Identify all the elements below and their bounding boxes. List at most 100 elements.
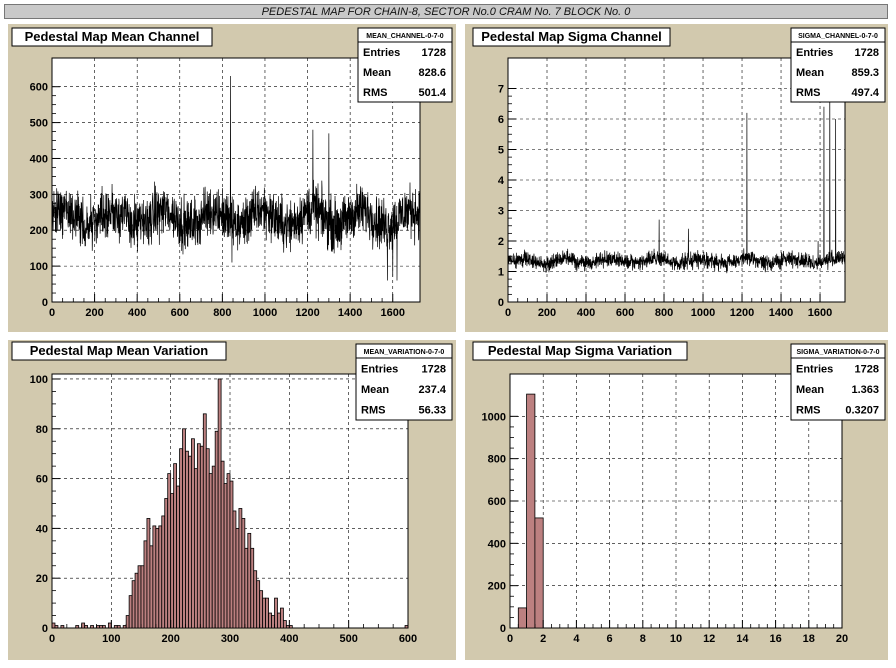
histogram-bar [140, 565, 145, 629]
stats-value-entries: 1728 [855, 363, 879, 375]
histogram-bar [143, 540, 148, 629]
histogram-bar [271, 615, 275, 629]
x-tick-label: 300 [221, 633, 239, 645]
histogram-bar [217, 378, 222, 629]
histogram-bar [158, 525, 163, 629]
histogram-bar [534, 517, 544, 629]
histogram-bar [176, 485, 180, 629]
x-tick-label: 18 [803, 633, 815, 645]
stats-value-rms: 497.4 [851, 87, 879, 99]
histogram-bar [146, 518, 151, 629]
stats-value-entries: 1728 [422, 363, 446, 375]
histogram-bar [102, 625, 106, 629]
x-tick-label: 1000 [691, 307, 715, 319]
y-tick-label: 80 [36, 424, 48, 436]
y-tick-label: 6 [498, 114, 504, 126]
x-tick-label: 16 [769, 633, 781, 645]
y-tick-label: 3 [498, 206, 504, 218]
stats-label-entries: Entries [363, 47, 400, 59]
chart-title: Pedestal Map Sigma Channel [481, 29, 662, 44]
x-tick-label: 800 [213, 307, 231, 319]
chart-title: Pedestal Map Mean Variation [30, 343, 209, 358]
x-tick-label: 200 [538, 307, 556, 319]
histogram-bar [238, 508, 243, 629]
x-tick-label: 1600 [808, 307, 832, 319]
histogram-bar [265, 597, 269, 629]
x-tick-label: 800 [655, 307, 673, 319]
y-tick-label: 4 [498, 175, 505, 187]
y-tick-label: 200 [30, 225, 48, 237]
histogram-bar [191, 438, 195, 629]
histogram-bar [268, 612, 272, 629]
x-tick-label: 2 [540, 633, 546, 645]
stats-box: MEAN_VARIATION-0-7-0 Entries 1728 Mean 237.4… [355, 343, 453, 421]
histogram-bar [185, 450, 189, 629]
histogram-bar [214, 430, 219, 629]
y-tick-label: 20 [36, 573, 48, 585]
histogram-bar [179, 448, 183, 629]
pad-mean-variation: 0 100 200 300 400 500 600 0 20 40 60 80 100 Pedestal … [8, 340, 456, 660]
histogram-bar [149, 545, 154, 629]
histogram-bar [164, 498, 169, 629]
histogram-bar [161, 515, 166, 629]
y-tick-label: 400 [30, 153, 48, 165]
histogram-bar [152, 525, 157, 629]
x-tick-label: 400 [280, 633, 298, 645]
y-tick-label: 2 [498, 236, 504, 248]
histogram-bar [182, 428, 186, 629]
stats-box: SIGMA_VARIATION-0-7-0 Entries 1728 Mean 1.36… [790, 343, 886, 421]
histogram-bar [244, 547, 249, 629]
y-tick-label: 600 [30, 82, 48, 94]
y-tick-label: 100 [30, 374, 48, 386]
x-tick-label: 8 [640, 633, 646, 645]
histogram-bar [226, 473, 231, 629]
y-tick-label: 800 [488, 454, 506, 466]
x-tick-label: 1000 [253, 307, 277, 319]
stats-label-entries: Entries [361, 363, 398, 375]
pad-sigma-variation: 0 2 4 6 8 10 12 14 16 18 20 0 200 400 600 800 1000 Pedest… [465, 340, 888, 660]
x-tick-label: 0 [507, 633, 513, 645]
stats-name: SIGMA_VARIATION-0-7-0 [797, 349, 880, 356]
y-tick-label: 60 [36, 474, 48, 486]
stats-value-mean: 1.363 [851, 384, 879, 396]
histogram-bar [60, 625, 65, 629]
chart-mean-channel: 0 200 400 600 800 1000 1200 1400 1600 0 100 200 300 4… [11, 27, 453, 319]
histogram-bar [232, 510, 237, 629]
x-tick-label: 600 [616, 307, 634, 319]
stats-value-entries: 1728 [422, 47, 446, 59]
x-tick-label: 100 [102, 633, 120, 645]
y-tick-label: 7 [498, 84, 504, 96]
histogram-bar [170, 493, 175, 629]
x-tick-label: 1400 [769, 307, 793, 319]
stats-label-rms: RMS [796, 405, 820, 417]
chart-sigma-variation: 0 2 4 6 8 10 12 14 16 18 2002004006008001000Pedest… [472, 341, 886, 645]
y-tick-label: 5 [498, 145, 504, 157]
stats-label-rms: RMS [363, 87, 387, 99]
histogram-bar [259, 590, 264, 629]
stats-label-rms: RMS [796, 87, 820, 99]
x-tick-label: 0 [49, 307, 55, 319]
x-tick-label: 200 [161, 633, 179, 645]
histogram-bar [208, 473, 213, 629]
histogram-bar [122, 625, 127, 629]
x-tick-label: 0 [49, 633, 55, 645]
x-tick-label: 1200 [730, 307, 754, 319]
histogram-bar [90, 625, 94, 629]
histogram-bar [199, 445, 204, 629]
y-tick-label: 100 [30, 261, 48, 273]
x-tick-label: 20 [836, 633, 848, 645]
y-tick-label: 0 [42, 623, 48, 635]
x-tick-label: 500 [339, 633, 357, 645]
histogram-bar [188, 455, 192, 629]
y-tick-label: 500 [30, 118, 48, 130]
histogram-bar [155, 527, 160, 629]
x-tick-label: 10 [670, 633, 682, 645]
x-tick-label: 1600 [380, 307, 404, 319]
histogram-bar [116, 625, 121, 629]
stats-value-mean: 859.3 [851, 67, 879, 79]
chart-title: Pedestal Map Mean Channel [25, 29, 200, 44]
chart-mean-variation: 0 100 200 300 400 500 600 0 20 40 60 80 100 Pedestal … [11, 341, 453, 645]
histogram-bar [526, 393, 536, 629]
histogram-bar [253, 570, 258, 629]
histogram-bar [75, 625, 80, 629]
